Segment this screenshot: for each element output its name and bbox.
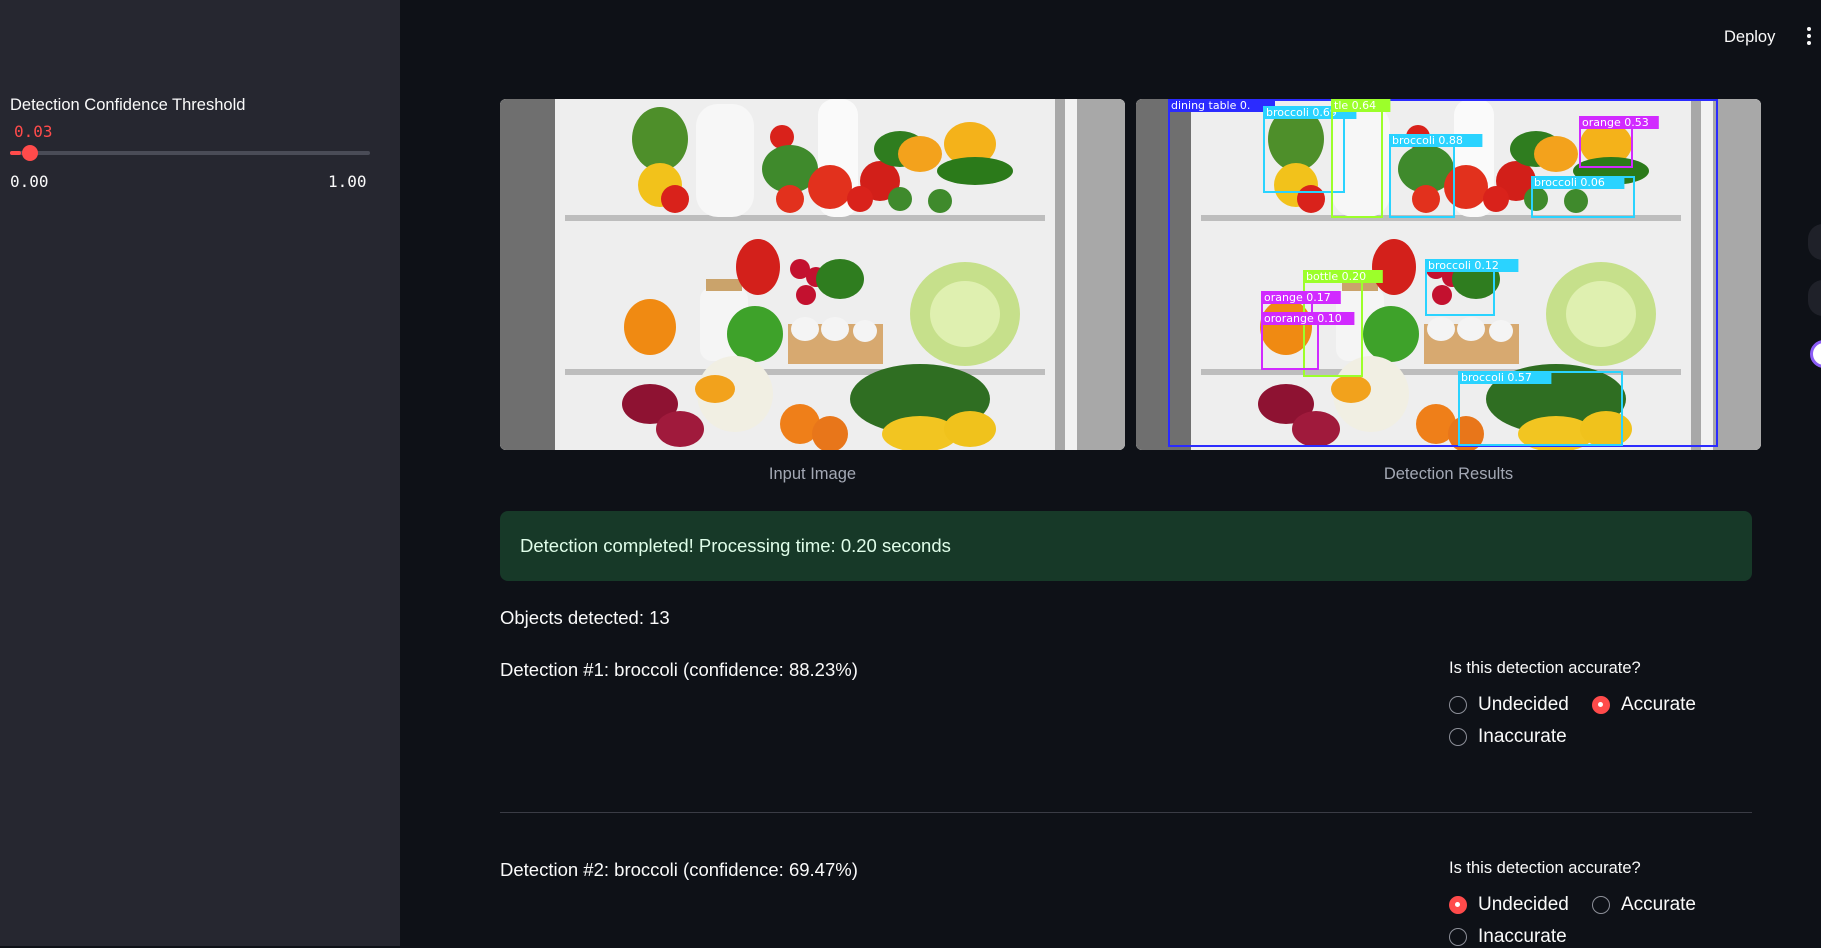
radio-circle-icon: [1592, 896, 1610, 914]
accuracy-question: Is this detection accurate?: [1449, 859, 1641, 877]
radio-undecided[interactable]: Undecided: [1449, 694, 1569, 716]
sidebar: Detection Confidence Threshold 0.03 0.00…: [0, 0, 400, 946]
edge-control-button[interactable]: [1808, 224, 1821, 260]
radio-inaccurate[interactable]: Inaccurate: [1449, 926, 1567, 948]
detection-box-label: bottle 0.20: [1306, 270, 1366, 283]
detection-box-label: dining table 0.: [1171, 99, 1250, 112]
radio-option-label: Undecided: [1478, 694, 1569, 715]
detection-box-label: broccoli 0.12: [1428, 259, 1499, 272]
success-alert: Detection completed! Processing time: 0.…: [500, 511, 1752, 581]
confidence-slider-track[interactable]: [10, 151, 370, 155]
radio-accurate[interactable]: Accurate: [1592, 894, 1696, 916]
radio-circle-icon: [1449, 728, 1467, 746]
radio-option-label: Inaccurate: [1478, 926, 1567, 947]
edge-control-button[interactable]: [1808, 280, 1821, 316]
slider-min-label: 0.00: [10, 172, 49, 191]
input-image-caption: Input Image: [768, 465, 857, 483]
radio-option-label: Undecided: [1478, 894, 1569, 915]
deploy-button[interactable]: Deploy: [1720, 26, 1779, 49]
slider-current-value: 0.03: [14, 122, 53, 141]
detection-box-label: broccoli 0.88: [1392, 134, 1463, 147]
slider-max-label: 1.00: [328, 172, 367, 191]
radio-accurate[interactable]: Accurate: [1592, 694, 1696, 716]
detection-box-label: orange 0.53: [1582, 116, 1649, 129]
radio-option-label: Accurate: [1621, 694, 1696, 715]
input-image: [500, 99, 1125, 450]
section-divider: [500, 812, 1752, 813]
detection-box-label: ororange 0.10: [1264, 312, 1342, 325]
detection-title: Detection #1: broccoli (confidence: 88.2…: [500, 659, 858, 680]
radio-option-label: Accurate: [1621, 894, 1696, 915]
detection-box-label: broccoli 0.69: [1266, 106, 1337, 119]
edge-status-icon[interactable]: [1810, 340, 1821, 368]
detection-title: Detection #2: broccoli (confidence: 69.4…: [500, 859, 858, 880]
objects-detected-count: Objects detected: 13: [500, 607, 670, 628]
detection-result-caption: Detection Results: [1383, 465, 1514, 483]
success-message: Detection completed! Processing time: 0.…: [520, 535, 951, 556]
detection-box-label: tle 0.64: [1334, 99, 1376, 112]
kebab-menu-icon[interactable]: [1806, 27, 1812, 49]
confidence-slider-thumb[interactable]: [21, 145, 38, 161]
radio-undecided[interactable]: Undecided: [1449, 894, 1569, 916]
accuracy-question: Is this detection accurate?: [1449, 659, 1641, 677]
slider-label: Detection Confidence Threshold: [10, 96, 246, 114]
radio-option-label: Inaccurate: [1478, 726, 1567, 747]
radio-circle-icon: [1449, 928, 1467, 946]
radio-circle-icon: [1449, 696, 1467, 714]
detection-result-image: dining table 0. broccoli 0.69 tle 0.64 broc…: [1136, 99, 1761, 450]
detection-box-label: orange 0.17: [1264, 291, 1331, 304]
radio-circle-icon: [1449, 896, 1467, 914]
detection-box-label: broccoli 0.06: [1534, 176, 1605, 189]
slider-fill: [10, 151, 21, 155]
radio-circle-icon: [1592, 696, 1610, 714]
detection-box-label: broccoli 0.57: [1461, 371, 1532, 384]
radio-inaccurate[interactable]: Inaccurate: [1449, 726, 1567, 748]
